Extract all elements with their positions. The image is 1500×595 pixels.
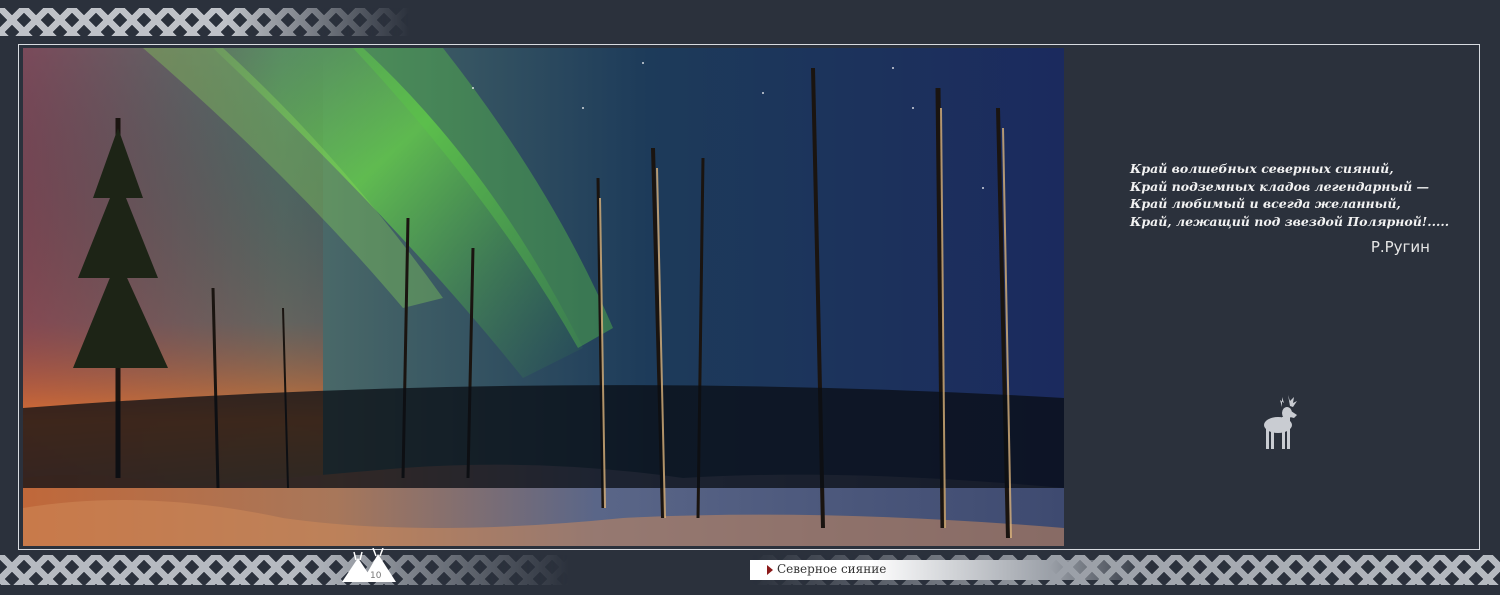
reindeer-icon [1260,393,1300,451]
section-title: Северное сияние [777,562,887,576]
aurora-photo [23,48,1064,546]
section-title-bar: Северное сияние [750,560,1150,580]
arrow-right-icon [767,565,773,575]
poem-author: Р.Ругин [1370,238,1430,256]
page-number: 10 [370,571,382,581]
poem-line: Край подземных кладов легендарный — [1130,178,1430,194]
poem-line: Край любимый и всегда желанный, [1130,196,1401,211]
top-ornament [0,8,410,36]
poem-line: Край волшебных северных сияний, [1130,161,1394,176]
poem: Край волшебных северных сияний, Край под… [1130,160,1450,230]
poem-line: Край, лежащий под звездой Полярной!..... [1130,213,1450,229]
